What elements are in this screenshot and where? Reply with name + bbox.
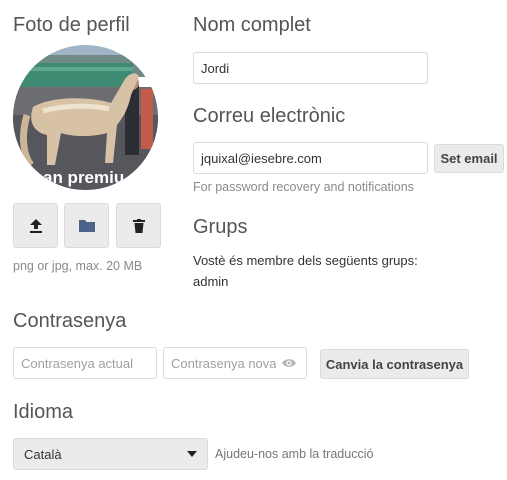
avatar: an premiu [13,45,158,190]
set-email-button[interactable]: Set email [434,144,504,173]
avatar-format-hint: png or jpg, max. 20 MB [13,259,143,273]
show-password-toggle[interactable] [281,356,297,370]
current-password-input[interactable]: Contrasenya actual [13,347,157,379]
email-hint: For password recovery and notifications [193,180,414,194]
eye-icon [282,359,296,367]
language-title: Idioma [13,401,74,423]
groups-title: Grups [193,216,248,238]
full-name-input[interactable]: Jordi [193,52,428,84]
trash-icon [132,218,145,233]
email-input[interactable]: jquixal@iesebre.com [193,142,428,174]
language-select[interactable]: Català [13,438,208,470]
change-password-button[interactable]: Canvia la contrasenya [320,349,469,379]
upload-avatar-button[interactable] [13,203,58,248]
email-title: Correu electrònic [193,105,346,127]
avatar-image: an premiu [13,45,158,190]
language-select-value: Català [24,446,62,462]
groups-list: admin [193,274,229,289]
upload-icon [29,218,42,233]
choose-from-files-button[interactable] [64,203,109,248]
delete-avatar-button[interactable] [116,203,161,248]
chevron-down-icon [187,451,197,457]
full-name-title: Nom complet [193,14,311,36]
profile-picture-title: Foto de perfil [13,14,130,36]
password-title: Contrasenya [13,310,127,332]
folder-icon [78,220,95,232]
new-password-placeholder: Contrasenya nova [171,355,276,371]
avatar-overlay-text: an premiu [43,168,124,187]
translation-help-link[interactable]: Ajudeu-nos amb la traducció [215,447,373,461]
groups-description: Vostè és membre dels següents grups: [193,253,418,268]
